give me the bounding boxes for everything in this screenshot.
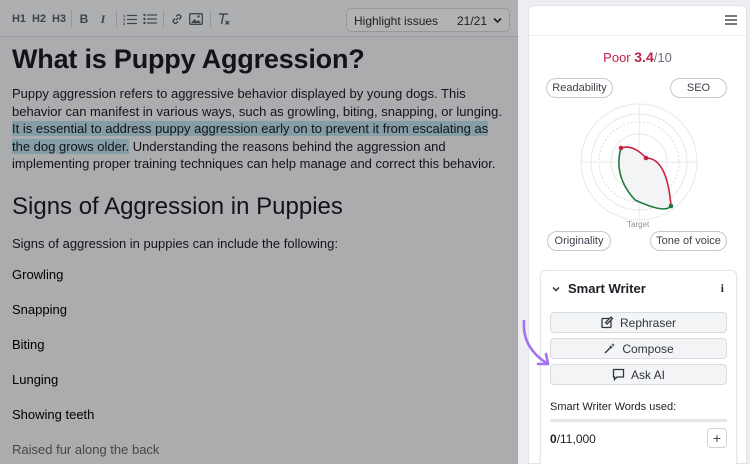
bold-button[interactable]: B [77, 9, 91, 29]
toolbar-divider [210, 10, 211, 28]
info-icon[interactable]: i [721, 281, 724, 296]
list-item: Growling [12, 267, 64, 282]
list-item: Biting [12, 337, 45, 352]
score-rating: Poor [603, 50, 631, 65]
highlight-issues-select[interactable]: Highlight issues 21/21 [346, 8, 510, 32]
panel-header [529, 6, 746, 36]
tone-of-voice-pill[interactable]: Tone of voice [650, 231, 727, 251]
smart-writer-card: Smart Writer i Rephraser Compose Ask AI … [540, 270, 737, 464]
add-words-button[interactable]: + [707, 428, 727, 448]
menu-icon[interactable] [725, 15, 737, 25]
heading-1-icon: H1 [11, 13, 27, 25]
originality-pill[interactable]: Originality [547, 231, 611, 251]
target-label: Target [627, 220, 650, 229]
magic-pen-icon [604, 343, 616, 354]
score-radar-chart [580, 103, 698, 221]
overall-score: Poor 3.4/10 [529, 49, 746, 65]
clear-format-button[interactable] [217, 9, 231, 29]
list-item: Lunging [12, 372, 59, 387]
bold-icon: B [79, 12, 89, 26]
document-body[interactable]: What is Puppy Aggression? Puppy aggressi… [12, 42, 512, 252]
rephraser-label: Rephraser [619, 315, 677, 330]
toolbar-divider [116, 10, 117, 28]
bullet-list-button[interactable] [143, 9, 157, 29]
list-item: Snapping [12, 302, 67, 317]
image-button[interactable] [189, 9, 203, 29]
words-used-progress [550, 419, 727, 422]
italic-button[interactable]: I [96, 9, 110, 29]
chevron-down-icon [493, 17, 502, 24]
image-icon [189, 13, 203, 25]
heading-3-icon: H3 [51, 13, 67, 25]
list-item: Showing teeth [12, 407, 95, 422]
ordered-list-icon: 123 [123, 13, 137, 25]
heading-1-button[interactable]: H1 [10, 9, 28, 29]
seo-pill[interactable]: SEO [670, 78, 727, 98]
list-item: Raised fur along the back [12, 442, 160, 457]
link-icon [172, 14, 182, 24]
chevron-down-icon[interactable] [551, 284, 561, 294]
chat-bubble-icon [612, 368, 625, 381]
clear-format-icon [219, 13, 230, 25]
readability-pill[interactable]: Readability [546, 78, 613, 98]
rephraser-button[interactable]: Rephraser [550, 312, 727, 333]
formatting-toolbar: H1 H2 H3 B I 123 Highlight issues 21/21 [0, 0, 518, 37]
ordered-list-button[interactable]: 123 [123, 9, 137, 29]
highlight-issues-count: 21/21 [456, 14, 487, 28]
toolbar-divider [71, 10, 72, 28]
ask-ai-label: Ask AI [630, 367, 665, 382]
edit-icon [601, 316, 614, 329]
toolbar-divider [163, 10, 164, 28]
heading-2-button[interactable]: H2 [30, 9, 48, 29]
words-used-label: Smart Writer Words used: [550, 401, 677, 413]
svg-text:3: 3 [123, 21, 126, 25]
document-title: What is Puppy Aggression? [12, 44, 365, 74]
ask-ai-button[interactable]: Ask AI [550, 364, 727, 385]
words-used-count: 0/11,000 [550, 432, 596, 446]
score-value: 3.4 [634, 49, 654, 65]
heading-3-button[interactable]: H3 [50, 9, 68, 29]
bullet-list-icon [143, 13, 157, 25]
link-button[interactable] [170, 9, 184, 29]
smart-writer-title: Smart Writer [568, 281, 646, 296]
highlight-issues-label: Highlight issues [354, 14, 439, 28]
compose-button[interactable]: Compose [550, 338, 727, 359]
paragraph: Puppy aggression refers to aggressive be… [12, 85, 508, 173]
content-score-panel: Poor 3.4/10 Readability SEO Originality … [528, 5, 747, 464]
words-used-value: 0 [550, 432, 557, 446]
words-total-value: /11,000 [556, 432, 596, 446]
paragraph-text: Puppy aggression refers to aggressive be… [12, 86, 502, 119]
score-max: /10 [653, 50, 672, 65]
heading-2-icon: H2 [31, 13, 47, 25]
italic-icon: I [100, 11, 106, 26]
paragraph: Signs of aggression in puppies can inclu… [12, 235, 338, 251]
compose-label: Compose [622, 341, 674, 356]
section-heading: Signs of Aggression in Puppies [12, 192, 343, 220]
text-editor: H1 H2 H3 B I 123 Highlight issues 21/21 [0, 0, 518, 464]
